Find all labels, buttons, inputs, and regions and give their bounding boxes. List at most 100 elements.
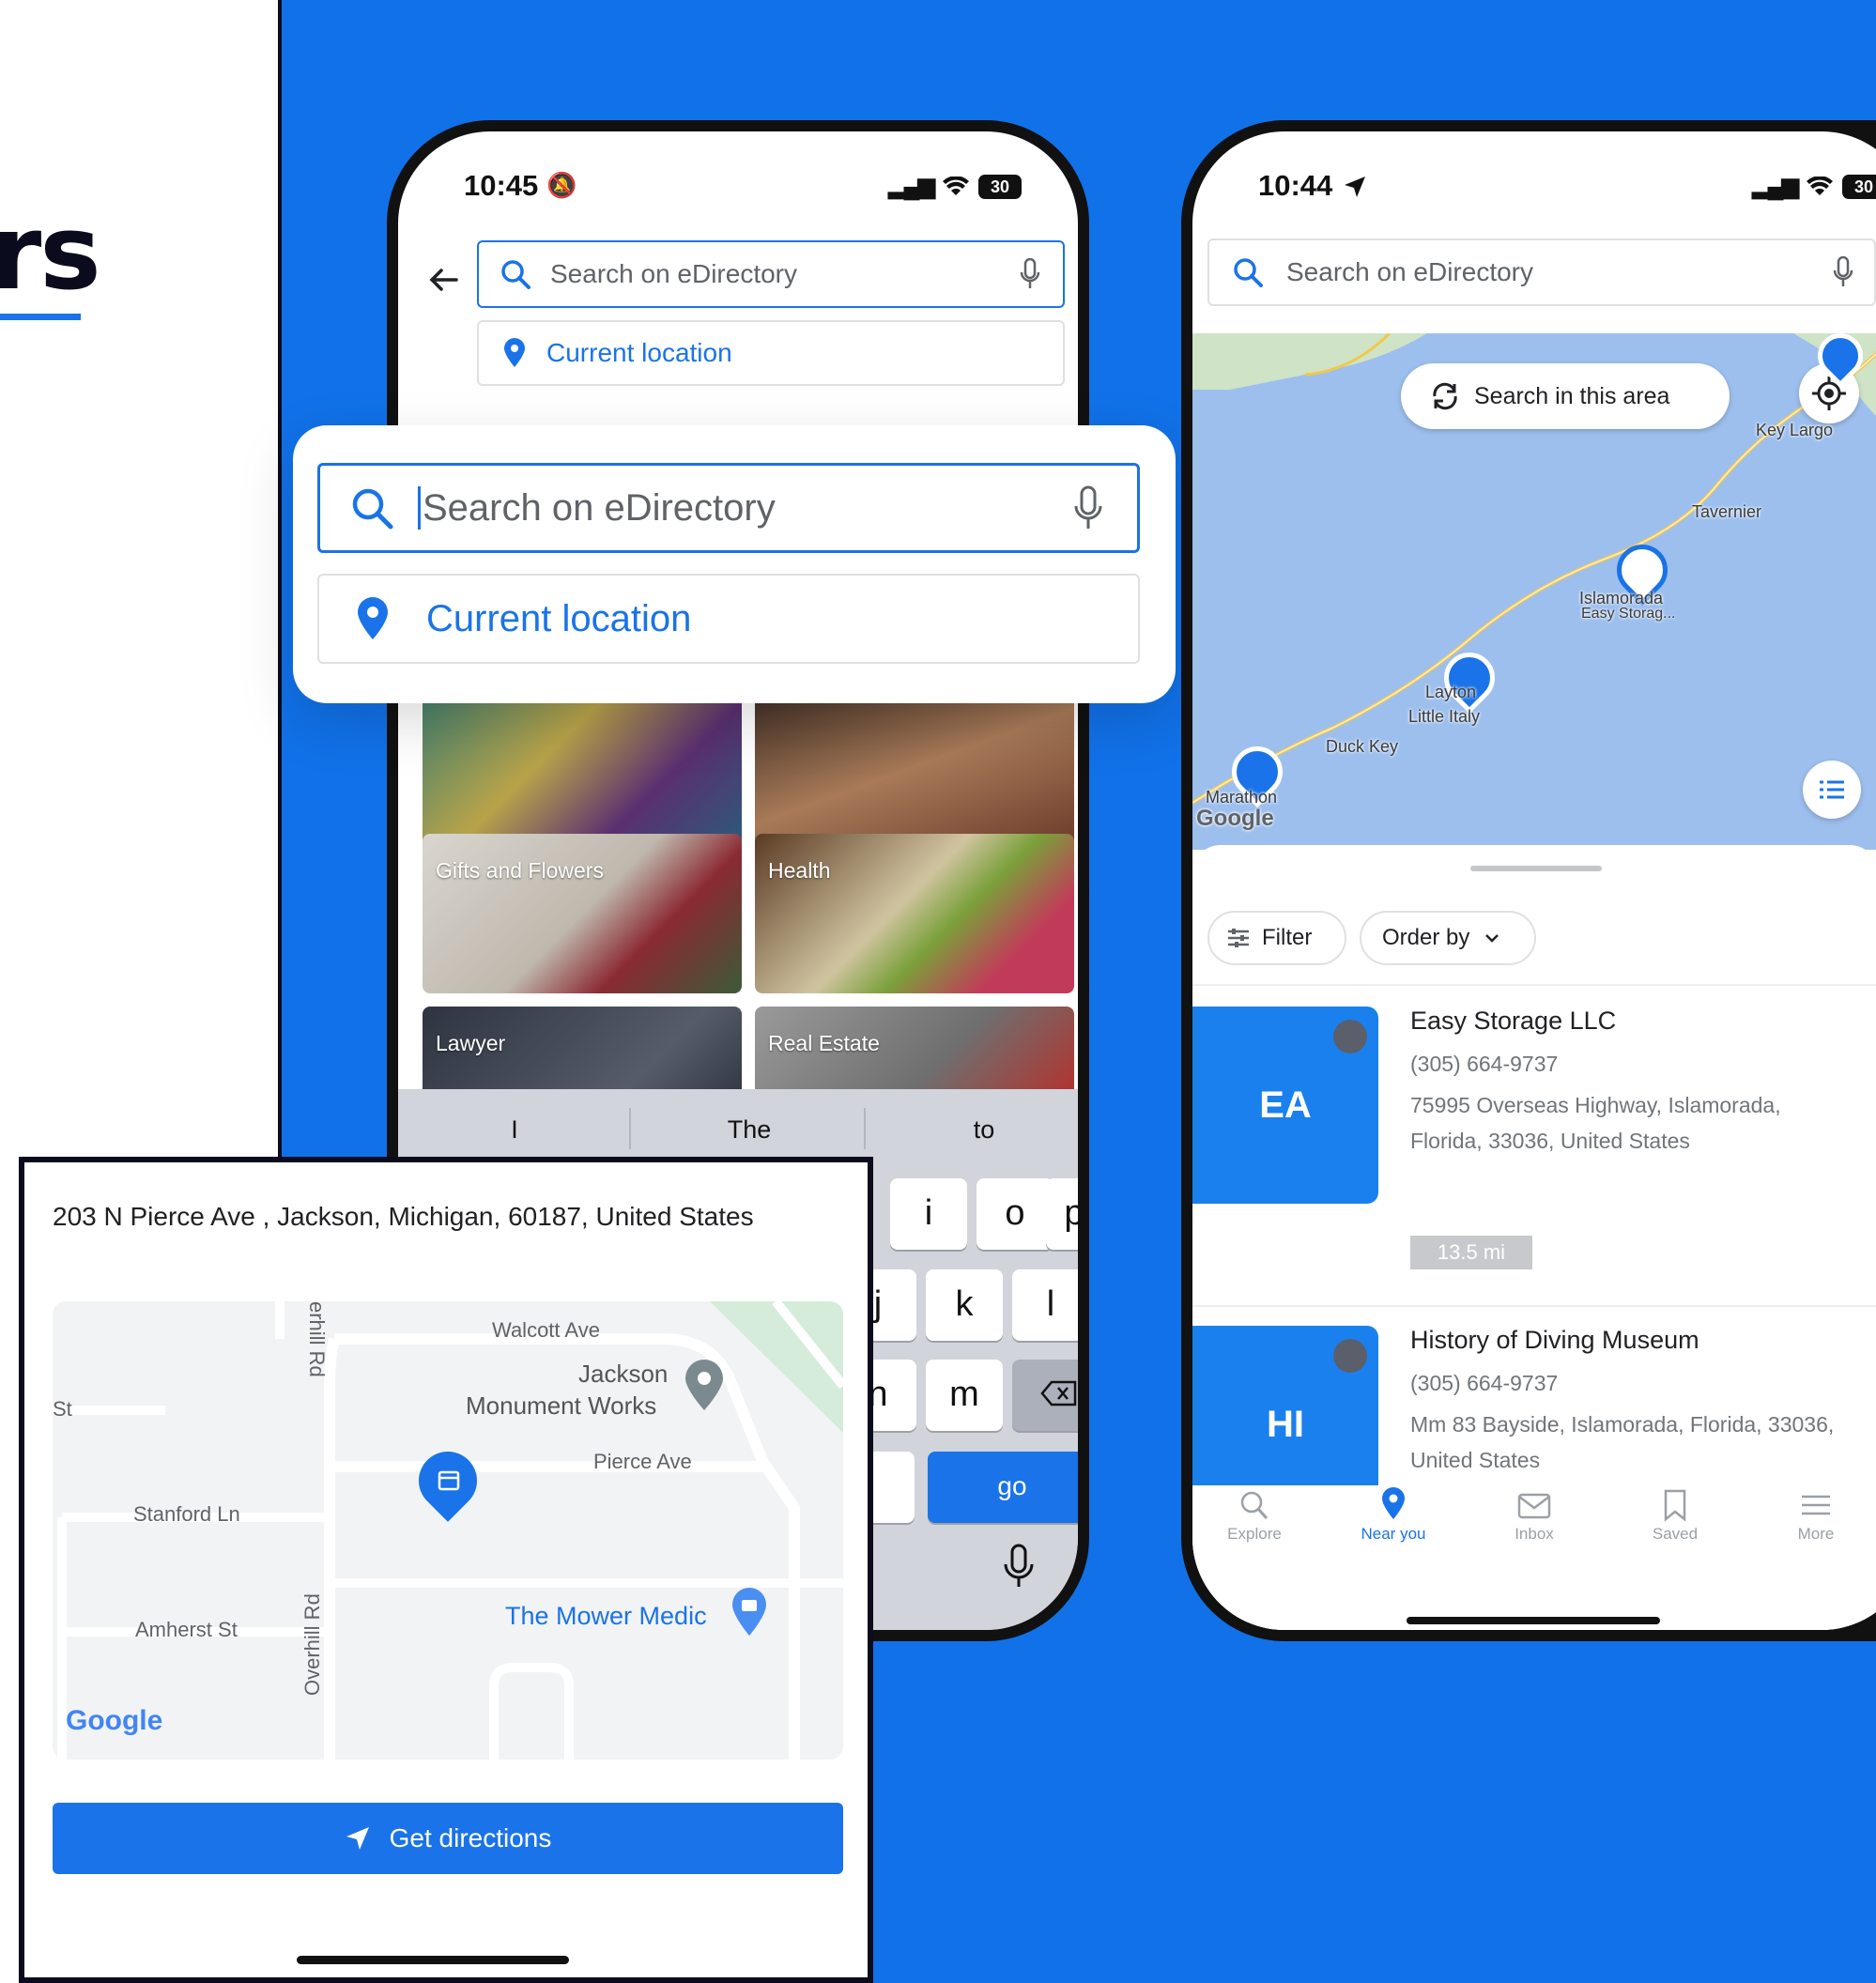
suggestion-divider [864,1108,866,1149]
get-directions-label: Get directions [389,1823,552,1852]
category-tile-food[interactable] [755,687,1074,847]
map-label: St [53,1397,72,1421]
backspace-icon [1040,1380,1077,1407]
listing-phone: (305) 664-9737 [1410,1371,1559,1395]
nav-label: Inbox [1515,1525,1554,1543]
navigation-arrow-icon [346,1827,369,1850]
key-o[interactable]: o [976,1178,1053,1250]
listing-initials: HI [1267,1404,1304,1445]
mail-icon [1517,1493,1551,1519]
chevron-down-icon [1485,934,1499,943]
key-k[interactable]: k [926,1269,1003,1341]
place-pin-icon[interactable] [684,1360,725,1412]
list-view-button[interactable] [1803,761,1861,819]
order-by-dropdown[interactable]: Order by [1360,911,1536,965]
search-this-area-button[interactable]: Search in this area [1401,363,1730,429]
nav-near-you[interactable]: Near you [1337,1485,1450,1544]
listing-address: Mm 83 Bayside, Islamorada, Florida, 3303… [1410,1412,1835,1472]
text-cursor [418,486,421,530]
current-location-option[interactable]: Current location [477,320,1065,386]
keyboard-suggestion[interactable]: The [637,1115,862,1145]
status-time: 10:44 [1258,169,1333,202]
suggestion-divider [629,1108,631,1149]
category-label: Real Estate [768,1031,880,1055]
bookmark-icon[interactable] [1333,1339,1367,1373]
map-label: The Mower Medic [505,1602,707,1630]
nav-inbox[interactable]: Inbox [1478,1485,1591,1544]
map-view[interactable]: Search in this area Key Largo Tavernier … [1192,333,1876,850]
microphone-icon[interactable] [1073,485,1103,530]
hero-underline [0,314,81,320]
get-directions-button[interactable]: Get directions [53,1803,843,1874]
search-input-large[interactable]: Search on eDirectory [317,463,1140,553]
bottom-navigation: Explore Near you Inbox Saved More [1192,1485,1876,1630]
current-location-option-large[interactable]: Current location [317,574,1140,664]
go-key[interactable]: go [928,1452,1078,1523]
search-icon [1240,1491,1269,1520]
key-i[interactable]: i [890,1178,967,1250]
search-icon [352,488,393,530]
mini-map[interactable]: Walcott Ave Jackson Monument Works Pierc… [53,1301,843,1760]
location-pin-icon [504,338,525,367]
dictation-mic-icon[interactable] [1003,1544,1035,1589]
microphone-icon[interactable] [1833,256,1853,288]
category-tile-gifts-flowers[interactable]: Gifts and Flowers [423,834,742,993]
microphone-icon[interactable] [1020,258,1040,290]
google-logo: Google [66,1705,163,1736]
nav-label: Saved [1652,1525,1699,1543]
nav-explore[interactable]: Explore [1198,1485,1311,1544]
listing-initials: EA [1259,1084,1312,1126]
battery-icon: 30 [978,174,1022,199]
map-label: Jackson [578,1360,669,1388]
search-input[interactable]: Search on eDirectory [477,240,1065,308]
google-logo: Google [1196,806,1274,831]
map-label: Marathon [1206,788,1278,807]
map-label: Pierce Ave [593,1450,692,1473]
divider [1192,1305,1876,1307]
keyboard-suggestion[interactable]: to [871,1115,1078,1145]
current-location-label: Current location [426,597,692,639]
home-indicator [297,1956,569,1964]
category-label: Gifts and Flowers [436,858,604,883]
nav-label: More [1797,1525,1835,1543]
category-tile-festival[interactable] [423,687,742,847]
signal-icon: ▂▄▆ [1752,174,1799,199]
shopping-pin-icon[interactable] [730,1587,768,1637]
key-m[interactable]: m [926,1360,1003,1431]
phone-near-you-screen: 10:44 ▂▄▆ 30 Search on eDirectory Search… [1181,120,1876,1641]
search-icon [501,260,531,289]
status-bar: 10:45 🔕 ▂▄▆ 30 [398,169,1078,216]
listing-address: 203 N Pierce Ave , Jackson, Michigan, 60… [53,1202,754,1231]
map-label: Easy Storag... [1581,606,1676,622]
keyboard-suggestion[interactable]: I [402,1115,627,1145]
map-label: Monument Works [466,1391,657,1420]
sheet-handle[interactable] [1470,866,1602,871]
pin-icon [1382,1487,1405,1519]
results-sheet: Filter Order by EA Easy Storage LLC (305… [1192,845,1876,1630]
listing-thumbnail: EA [1192,1007,1378,1204]
map-label: Little Italy [1408,707,1481,726]
nav-saved[interactable]: Saved [1619,1485,1731,1544]
bookmark-icon[interactable] [1333,1020,1367,1053]
category-tile-health[interactable]: Health [755,834,1074,993]
map-label: Tavernier [1692,502,1762,521]
filter-sliders-icon [1228,929,1249,947]
map-label: Layton [1425,683,1477,701]
wifi-icon [943,176,969,195]
search-placeholder: Search on eDirectory [550,259,798,288]
map-label: Key Largo [1756,421,1834,439]
filter-button[interactable]: Filter [1207,911,1346,965]
key-l[interactable]: l [1012,1269,1078,1341]
refresh-icon [1433,382,1457,410]
status-time: 10:45 [464,169,539,202]
filter-label: Filter [1262,925,1313,950]
silent-bell-icon: 🔕 [546,171,577,199]
back-arrow-icon[interactable] [426,263,460,297]
search-icon [1234,258,1263,287]
key-p[interactable]: p [1046,1178,1078,1250]
listing-card[interactable]: EA Easy Storage LLC (305) 664-9737 75995… [1192,1007,1876,1316]
listing-thumbnail: HI [1192,1326,1378,1485]
delete-key[interactable] [1012,1360,1078,1431]
nav-more[interactable]: More [1760,1485,1872,1544]
search-input[interactable]: Search on eDirectory [1207,238,1876,306]
